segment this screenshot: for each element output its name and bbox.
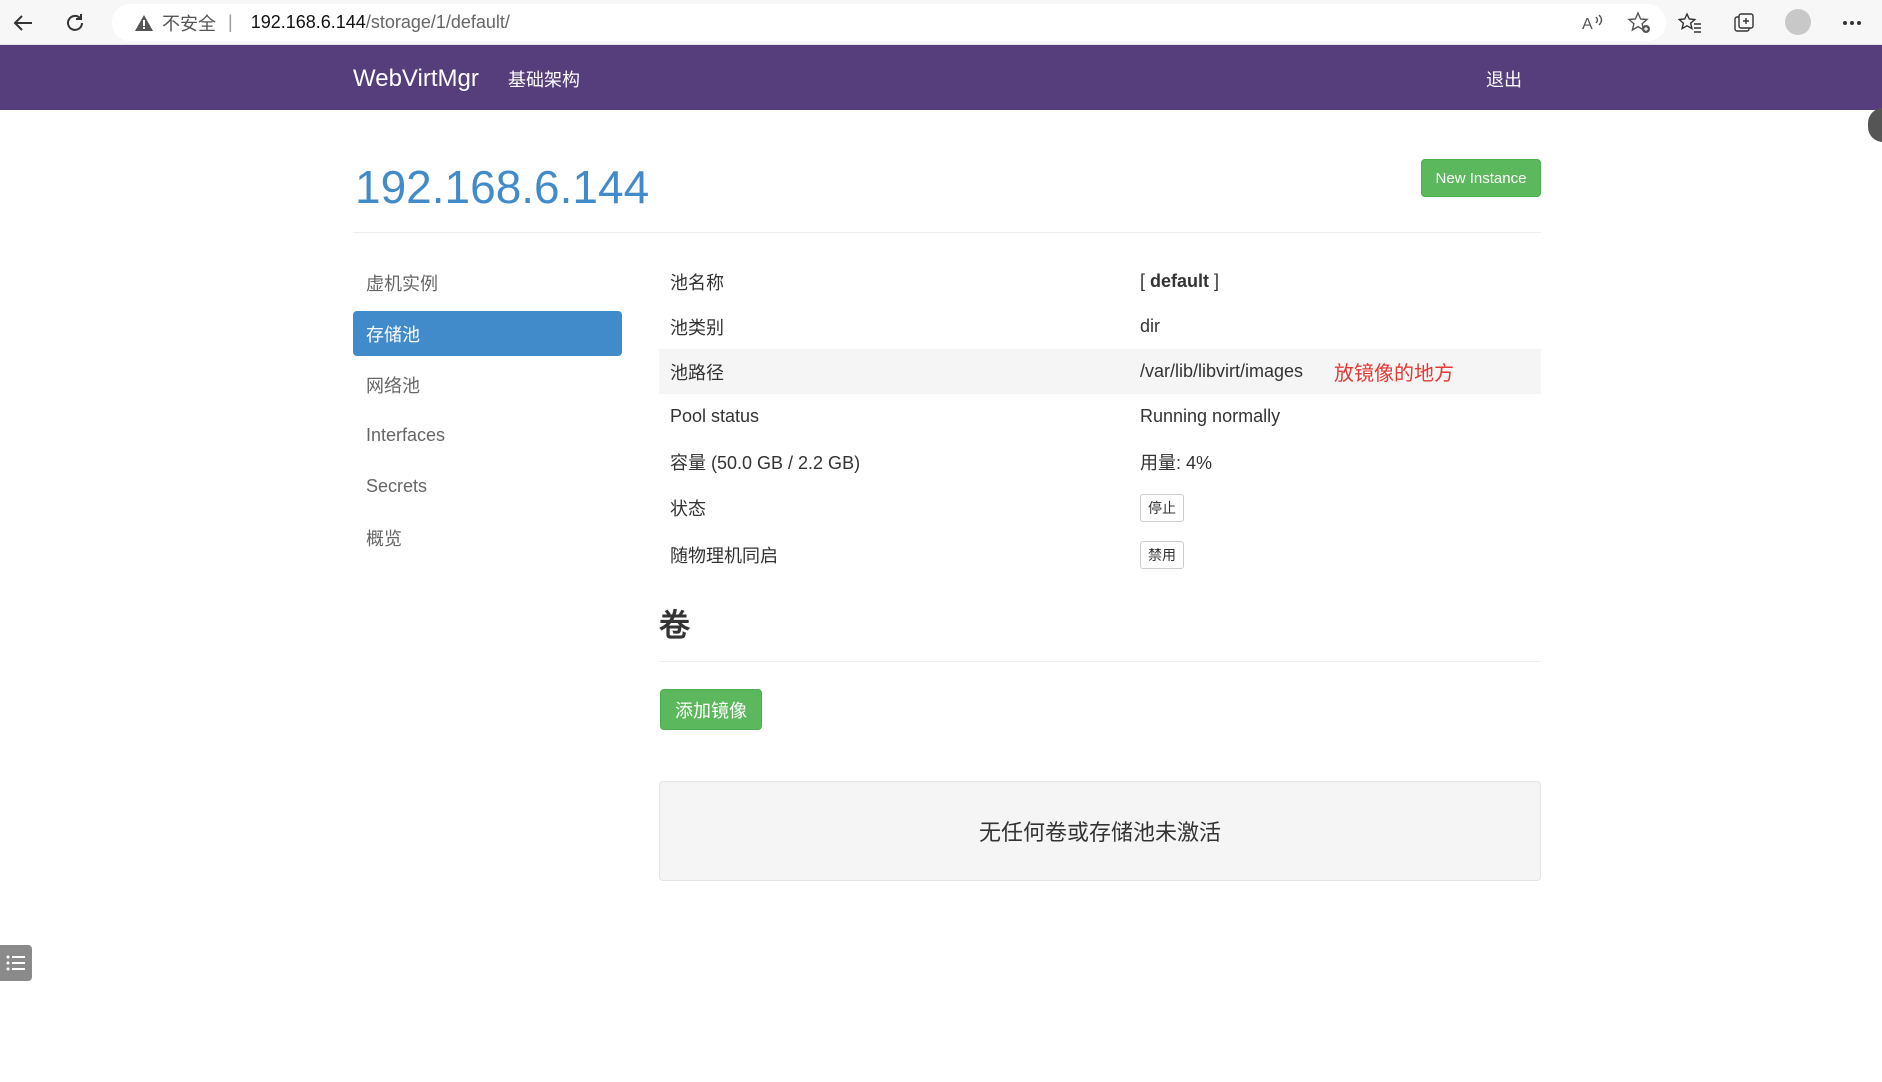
security-label[interactable]: 不安全 <box>162 10 216 36</box>
sidebar-item-interfaces[interactable]: Interfaces <box>353 413 622 458</box>
reload-button[interactable] <box>58 6 92 40</box>
nav-logout[interactable]: 退出 <box>1486 66 1522 92</box>
table-row: 池名称 [ default ] <box>659 259 1541 304</box>
list-icon <box>6 955 25 971</box>
pool-capacity-label: 容量 (50.0 GB / 2.2 GB) <box>670 452 861 473</box>
browser-toolbar: 不安全 | 192.168.6.144 /storage/1/default/ … <box>0 0 1882 45</box>
read-aloud-icon[interactable]: A <box>1580 10 1606 36</box>
url-host: 192.168.6.144 <box>250 12 366 32</box>
pool-state-label: 状态 <box>670 498 706 519</box>
side-panel-handle[interactable] <box>1868 108 1882 142</box>
collections-icon[interactable] <box>1720 4 1768 41</box>
table-row: 池路径 /var/lib/libvirt/images 放镜像的地方 <box>659 349 1541 394</box>
brand-link[interactable]: WebVirtMgr <box>353 65 479 93</box>
pool-info-table: 池名称 [ default ] 池类别 dir 池路径 /var/lib/lib… <box>659 259 1541 578</box>
volumes-heading: 卷 <box>659 608 690 643</box>
pool-name-close-bracket: ] <box>1209 271 1220 291</box>
sidebar-item-instances[interactable]: 虚机实例 <box>353 260 622 305</box>
pool-type-label: 池类别 <box>670 317 724 338</box>
pool-usage-value: 用量: 4% <box>1140 452 1213 473</box>
list-toggle-button[interactable] <box>0 945 32 981</box>
favorites-icon[interactable] <box>1666 4 1714 41</box>
pool-status-label: Pool status <box>670 406 760 426</box>
pool-path-label: 池路径 <box>670 362 724 383</box>
sidebar-nav: 虚机实例 存储池 网络池 Interfaces Secrets 概览 <box>353 260 622 566</box>
sidebar-item-overview[interactable]: 概览 <box>353 515 622 560</box>
pool-autostart-label: 随物理机同启 <box>670 545 778 566</box>
warning-icon <box>134 14 154 32</box>
pool-path-value: /var/lib/libvirt/images <box>1140 361 1304 381</box>
back-button[interactable] <box>6 6 40 40</box>
address-separator: | <box>228 12 233 32</box>
pool-type-value: dir <box>1140 316 1161 336</box>
url-path: /storage/1/default/ <box>365 12 510 32</box>
pool-name-open-bracket: [ <box>1140 271 1151 291</box>
table-row: 容量 (50.0 GB / 2.2 GB) 用量: 4% <box>659 439 1541 484</box>
profile-avatar-icon[interactable] <box>1785 9 1811 35</box>
reload-icon <box>67 14 83 31</box>
page-title: 192.168.6.144 <box>355 161 650 213</box>
sidebar-item-storage[interactable]: 存储池 <box>353 311 622 356</box>
nav-infrastructure[interactable]: 基础架构 <box>508 66 580 92</box>
sidebar-item-secrets[interactable]: Secrets <box>353 464 622 509</box>
pool-status-value: Running normally <box>1140 406 1281 426</box>
pool-path-annotation: 放镜像的地方 <box>1334 363 1455 385</box>
svg-text:A: A <box>1582 16 1593 33</box>
top-navbar: WebVirtMgr 基础架构 退出 <box>0 45 1882 110</box>
volumes-divider <box>659 661 1541 662</box>
favorite-add-icon[interactable] <box>1626 10 1652 36</box>
table-row: 状态 停止 <box>659 484 1541 531</box>
pool-name-text: default <box>1150 271 1210 291</box>
sidebar-item-networks[interactable]: 网络池 <box>353 362 622 407</box>
table-row: 池类别 dir <box>659 304 1541 349</box>
empty-volumes-message: 无任何卷或存储池未激活 <box>659 781 1541 881</box>
header-divider <box>353 232 1541 233</box>
add-image-button[interactable]: 添加镜像 <box>660 689 762 730</box>
table-row: Pool status Running normally <box>659 394 1541 439</box>
disable-autostart-button[interactable]: 禁用 <box>1140 540 1184 569</box>
pool-name-label: 池名称 <box>670 272 724 293</box>
table-row: 随物理机同启 禁用 <box>659 531 1541 578</box>
address-bar[interactable]: 不安全 | 192.168.6.144 /storage/1/default/ … <box>112 4 1666 41</box>
stop-pool-button[interactable]: 停止 <box>1140 493 1184 522</box>
new-instance-button[interactable]: New Instance <box>1421 159 1541 197</box>
back-arrow-icon <box>13 15 32 31</box>
more-menu-icon[interactable] <box>1828 4 1876 41</box>
pool-name-value: [ default ] <box>1129 271 1219 292</box>
